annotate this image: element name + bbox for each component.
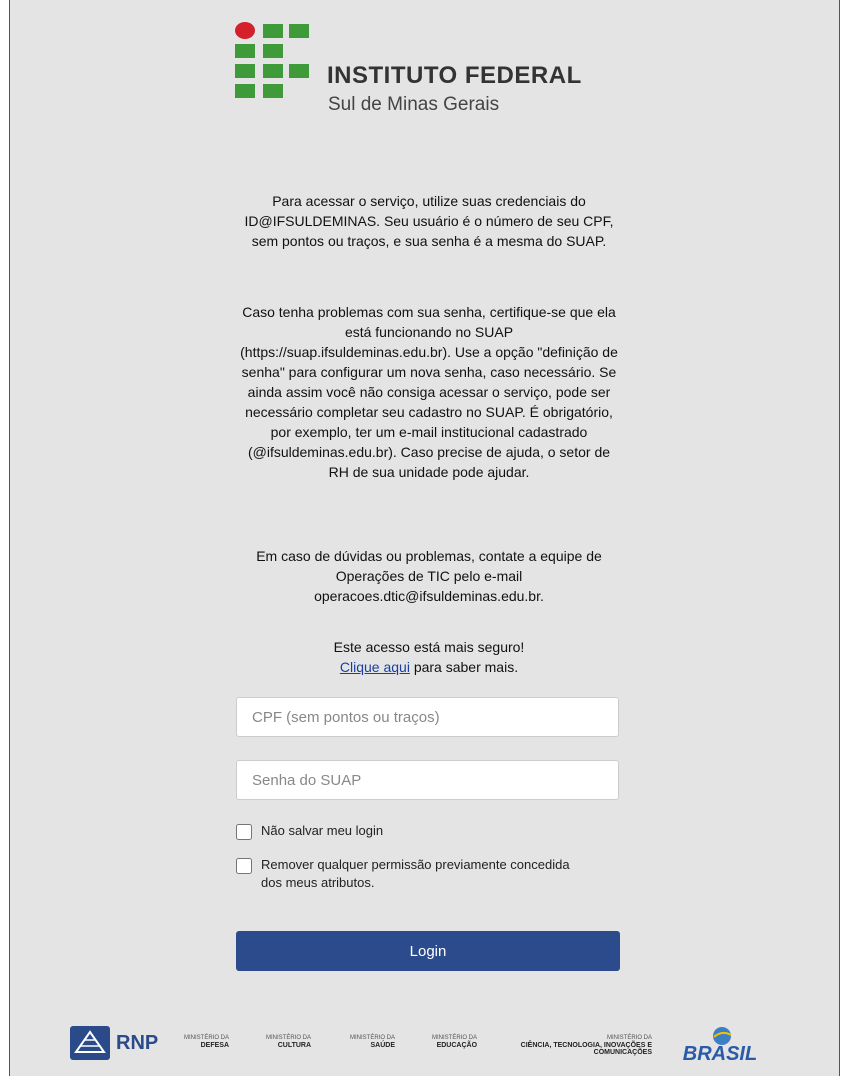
brasil-wordmark: BRASIL <box>683 1043 757 1065</box>
ministry-prefix: MINISTÉRIO DA <box>432 1035 478 1041</box>
ministry-cultura-logo: MINISTÉRIO DA CULTURA <box>266 1035 311 1049</box>
ministry-name: CIÊNCIA, TECNOLOGIA, INOVAÇÕES E COMUNIC… <box>520 1042 652 1056</box>
logo-red-circle <box>235 22 255 39</box>
no-save-login-label: Não salvar meu login <box>261 823 384 838</box>
ministry-defesa-logo: MINISTÉRIO DA DEFESA <box>184 1035 229 1049</box>
login-button[interactable]: Login <box>236 931 620 971</box>
logo-square <box>235 64 255 78</box>
ministry-educacao-logo: MINISTÉRIO DA EDUCAÇÃO <box>432 1035 477 1049</box>
learn-more-link[interactable]: Clique aqui <box>340 659 410 675</box>
no-save-login-option[interactable]: Não salvar meu login <box>236 822 591 840</box>
instructions-paragraph-1: Para acessar o serviço, utilize suas cre… <box>244 193 614 249</box>
logo-square <box>289 24 309 38</box>
logo-square <box>263 24 283 38</box>
ministry-prefix: MINISTÉRIO DA <box>184 1035 230 1041</box>
logo-subtitle: Sul de Minas Gerais <box>328 94 500 115</box>
instructions-paragraph-2: Caso tenha problemas com sua senha, cert… <box>240 304 618 480</box>
ministry-name: EDUCAÇÃO <box>436 1042 478 1049</box>
ministry-name: SAÚDE <box>370 1042 396 1049</box>
rnp-logo: RNP <box>70 1026 158 1060</box>
instructions-paragraph-3: Em caso de dúvidas ou problemas, contate… <box>256 548 602 604</box>
ministry-name: DEFESA <box>200 1042 230 1049</box>
ministry-prefix: MINISTÉRIO DA <box>266 1035 312 1041</box>
secure-notice: Este acesso está mais seguro! Clique aqu… <box>238 637 620 677</box>
brasil-government-logo: BRASIL <box>670 1026 770 1070</box>
rnp-icon <box>70 1026 110 1060</box>
remove-consent-option[interactable]: Remover qualquer permissão previamente c… <box>236 856 591 892</box>
logo-square <box>263 64 283 78</box>
logo-square <box>263 44 283 58</box>
institute-logo: INSTITUTO FEDERAL Sul de Minas Gerais <box>225 20 645 120</box>
ministry-ciencia-logo: MINISTÉRIO DA CIÊNCIA, TECNOLOGIA, INOVA… <box>514 1035 652 1056</box>
ministry-prefix: MINISTÉRIO DA <box>350 1035 396 1041</box>
logo-square <box>235 84 255 98</box>
ministry-saude-logo: MINISTÉRIO DA SAÚDE <box>350 1035 395 1049</box>
logo-square <box>235 44 255 58</box>
no-save-login-checkbox[interactable] <box>236 824 252 840</box>
password-input[interactable] <box>236 760 619 800</box>
logo-title: INSTITUTO FEDERAL <box>327 62 582 89</box>
remove-consent-checkbox[interactable] <box>236 858 252 874</box>
secure-notice-text: Este acesso está mais seguro! <box>333 639 525 655</box>
login-page: INSTITUTO FEDERAL Sul de Minas Gerais Pa… <box>9 0 840 1076</box>
cpf-input[interactable] <box>236 697 619 737</box>
rnp-text: RNP <box>116 1031 159 1054</box>
footer-logos: RNP MINISTÉRIO DA DEFESA MINISTÉRIO DA C… <box>70 1026 790 1076</box>
logo-square <box>289 64 309 78</box>
learn-more-suffix: para saber mais. <box>409 659 519 675</box>
ministry-name: CULTURA <box>277 1042 312 1049</box>
ministry-prefix: MINISTÉRIO DA <box>606 1035 652 1041</box>
logo-square <box>263 84 283 98</box>
remove-consent-label: Remover qualquer permissão previamente c… <box>261 857 570 890</box>
